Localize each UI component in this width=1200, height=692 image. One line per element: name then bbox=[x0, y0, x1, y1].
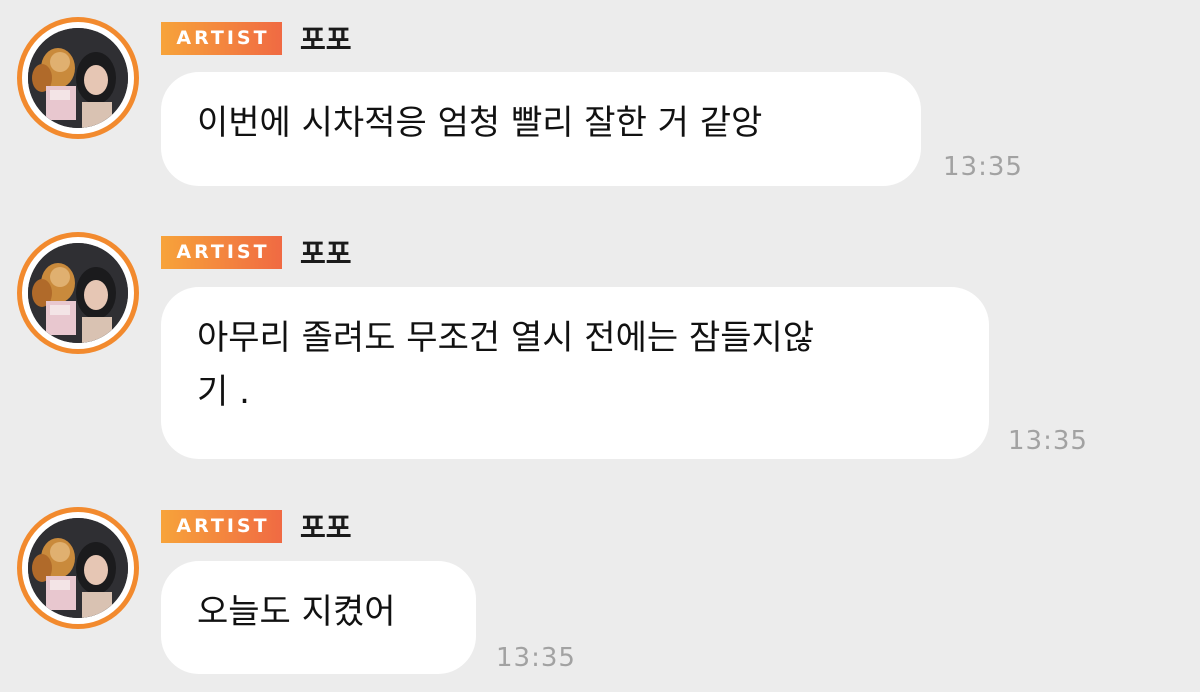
avatar-image bbox=[28, 243, 128, 343]
message-bubble[interactable]: 이번에 시차적응 엄청 빨리 잘한 거 같앙 bbox=[161, 72, 921, 186]
artist-badge: ARTIST bbox=[161, 509, 282, 543]
avatar[interactable] bbox=[17, 17, 139, 139]
message-text-line: 아무리 졸려도 무조건 열시 전에는 잠들지않 bbox=[197, 318, 815, 358]
profile-photo-icon bbox=[28, 518, 128, 618]
avatar-image bbox=[28, 28, 128, 128]
profile-photo-icon bbox=[28, 28, 128, 128]
chat-message: ARTIST 포포 아무리 졸려도 무조건 열시 전에는 잠들지않 기 . 13… bbox=[0, 230, 1200, 465]
message-text-line: 기 . bbox=[197, 372, 250, 412]
chat-message: ARTIST 포포 오늘도 지켰어 13:35 bbox=[0, 505, 1200, 680]
message-timestamp: 13:35 bbox=[1008, 426, 1088, 456]
message-timestamp: 13:35 bbox=[496, 643, 576, 673]
sender-name[interactable]: 포포 bbox=[300, 232, 352, 272]
message-timestamp: 13:35 bbox=[943, 152, 1023, 182]
message-bubble[interactable]: 아무리 졸려도 무조건 열시 전에는 잠들지않 기 . bbox=[161, 287, 989, 459]
artist-badge: ARTIST bbox=[161, 21, 282, 55]
avatar-image bbox=[28, 518, 128, 618]
message-header: ARTIST 포포 bbox=[161, 232, 352, 272]
message-bubble[interactable]: 오늘도 지켰어 bbox=[161, 561, 476, 674]
avatar[interactable] bbox=[17, 232, 139, 354]
message-text-line: 오늘도 지켰어 bbox=[197, 592, 396, 632]
message-header: ARTIST 포포 bbox=[161, 506, 352, 546]
avatar[interactable] bbox=[17, 507, 139, 629]
sender-name[interactable]: 포포 bbox=[300, 506, 352, 546]
message-header: ARTIST 포포 bbox=[161, 18, 352, 58]
sender-name[interactable]: 포포 bbox=[300, 18, 352, 58]
message-text-line: 이번에 시차적응 엄청 빨리 잘한 거 같앙 bbox=[197, 103, 763, 143]
chat-message: ARTIST 포포 이번에 시차적응 엄청 빨리 잘한 거 같앙 13:35 bbox=[0, 15, 1200, 186]
artist-badge: ARTIST bbox=[161, 235, 282, 269]
profile-photo-icon bbox=[28, 243, 128, 343]
